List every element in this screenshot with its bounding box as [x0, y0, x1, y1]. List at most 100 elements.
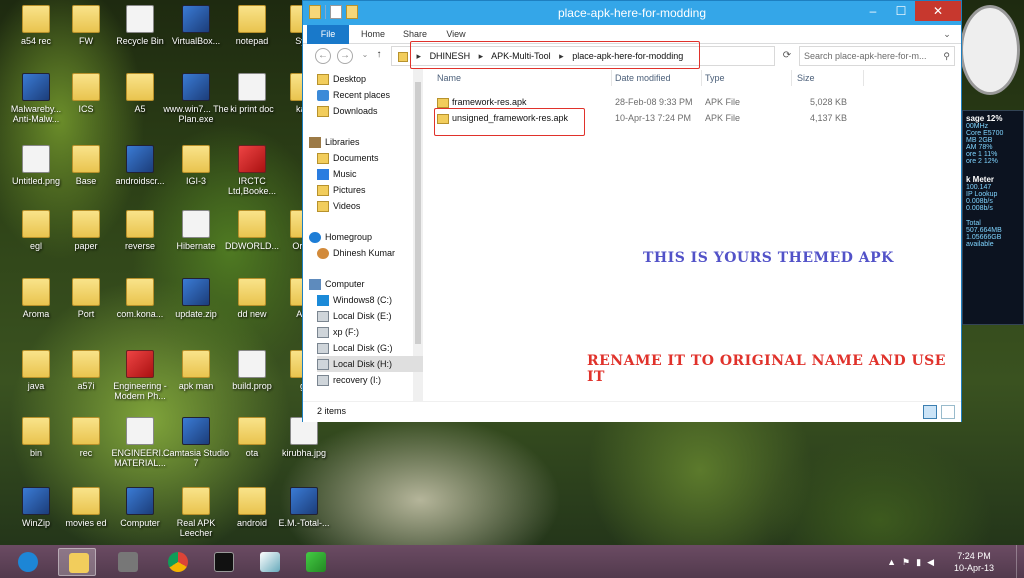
nav-item[interactable]: recovery (I:)	[317, 372, 381, 388]
nav-item[interactable]: Homegroup	[309, 229, 372, 245]
search-icon[interactable]: ⚲	[943, 47, 950, 65]
close-button[interactable]: ✕	[915, 1, 961, 21]
flag-icon[interactable]: ⚑	[902, 557, 910, 568]
star-icon	[317, 89, 329, 101]
taskbar-clock[interactable]: 7:24 PM 10-Apr-13	[954, 550, 994, 574]
red-icon	[126, 350, 154, 378]
desktop-icon-label: kirubha.jpg	[281, 448, 327, 458]
nav-item[interactable]: Computer	[309, 276, 365, 292]
meter-lines: 00MHz Core E5700 MB 2GB AM 78% ore 1 11% ore …	[966, 123, 1020, 165]
meter-line: ore 1 11%	[966, 151, 998, 158]
up-arrow-icon[interactable]: ↑	[371, 48, 387, 64]
taskbar-paint[interactable]	[250, 548, 288, 576]
back-arrow-icon[interactable]: ←	[315, 48, 331, 64]
taskbar-internet-explorer[interactable]	[8, 548, 46, 576]
title-bar[interactable]: place-apk-here-for-modding – ☐ ✕	[303, 1, 961, 25]
taskbar-game[interactable]	[108, 548, 146, 576]
nav-item[interactable]: Libraries	[309, 134, 360, 150]
folder-icon	[72, 278, 100, 306]
column-divider[interactable]	[791, 70, 792, 86]
search-input[interactable]: Search place-apk-here-for-m... ⚲	[799, 46, 955, 66]
nav-item-label: Homegroup	[325, 232, 373, 242]
desktop-icon[interactable]: kirubha.jpg	[270, 417, 338, 458]
folder-icon	[238, 278, 266, 306]
hg-icon	[309, 231, 321, 243]
column-size[interactable]: Size	[797, 73, 815, 83]
nav-item[interactable]: xp (F:)	[317, 324, 359, 340]
nav-item[interactable]: Videos	[317, 198, 360, 214]
nav-item[interactable]: Dhinesh Kumar	[317, 245, 395, 261]
nav-item-label: xp (F:)	[333, 327, 359, 337]
nav-item-label: Recent places	[333, 90, 391, 100]
nav-item[interactable]: Documents	[317, 150, 379, 166]
address-highlight-box	[410, 41, 700, 69]
nav-item[interactable]: Desktop	[317, 71, 366, 87]
desktop-icon[interactable]: IRCTC Ltd,Booke...	[218, 145, 286, 196]
nav-item-label: Computer	[325, 279, 365, 289]
apk-file-icon	[437, 97, 449, 108]
volume-icon[interactable]: ◀	[927, 557, 934, 568]
window-controls: – ☐ ✕	[859, 1, 961, 21]
taskbar-chrome[interactable]	[158, 548, 196, 576]
expand-ribbon-icon[interactable]: ⌄	[941, 25, 953, 44]
red-icon	[238, 145, 266, 173]
nav-item[interactable]: Local Disk (E:)	[317, 308, 392, 324]
minimize-button[interactable]: –	[859, 1, 887, 21]
desktop-icon[interactable]: E.M.-Total-...	[270, 487, 338, 528]
nav-item[interactable]: Music	[317, 166, 357, 182]
file-date: 10-Apr-13 7:24 PM	[615, 113, 692, 123]
nav-item[interactable]: Pictures	[317, 182, 366, 198]
nav-scroll-thumb[interactable]	[415, 82, 421, 344]
show-desktop-button[interactable]	[1016, 545, 1024, 578]
folder-icon	[72, 417, 100, 445]
taskbar: ▲ ⚑ ▮ ◀ 7:24 PM 10-Apr-13	[0, 545, 1024, 578]
clock-gadget	[960, 5, 1020, 95]
meter-line: 1.05666GB	[966, 234, 1002, 241]
file-icon	[238, 73, 266, 101]
folder-icon	[72, 145, 100, 173]
forward-arrow-icon[interactable]: →	[337, 48, 353, 64]
nav-item-label: Local Disk (E:)	[333, 311, 392, 321]
user-icon	[317, 247, 329, 259]
file-row[interactable]: framework-res.apk	[437, 95, 527, 109]
content-area: Desktop Recent places Downloads Libraries Do…	[303, 68, 961, 422]
column-divider[interactable]	[863, 70, 864, 86]
nav-item-label: Desktop	[333, 74, 367, 84]
maximize-button[interactable]: ☐	[887, 1, 915, 21]
nav-scrollbar[interactable]	[413, 68, 423, 401]
taskbar-app[interactable]	[296, 548, 334, 576]
app-icon	[290, 487, 318, 515]
nav-item[interactable]: Downloads	[317, 103, 378, 119]
taskbar-file-explorer[interactable]	[58, 548, 96, 576]
nav-item[interactable]: Recent places	[317, 87, 390, 103]
meter-line: ore 2 12%	[966, 158, 998, 165]
meter-line: 507.664MB	[966, 227, 1002, 234]
taskbar-command-prompt[interactable]	[204, 548, 242, 576]
refresh-icon[interactable]: ⟳	[779, 46, 795, 66]
nav-item[interactable]: Local Disk (G:)	[317, 340, 393, 356]
file-size: 4,137 KB	[809, 113, 847, 123]
drive-icon	[317, 358, 329, 370]
console-icon	[214, 552, 234, 572]
tab-file[interactable]: File	[307, 25, 349, 44]
column-name[interactable]: Name	[437, 73, 461, 83]
large-icons-view-icon[interactable]	[941, 405, 955, 419]
comp-icon	[309, 278, 321, 290]
show-hidden-icons-icon[interactable]: ▲	[887, 557, 896, 568]
column-type[interactable]: Type	[705, 73, 725, 83]
column-divider[interactable]	[611, 70, 612, 86]
meter-lines-3: Total 507.664MB 1.05666GB available	[966, 220, 1020, 248]
nav-item[interactable]: Local Disk (H:)	[317, 356, 423, 372]
column-date-modified[interactable]: Date modified	[615, 73, 671, 83]
tab-home[interactable]: Home	[355, 25, 391, 44]
column-divider[interactable]	[701, 70, 702, 86]
nav-item[interactable]: Windows8 (C:)	[317, 292, 392, 308]
explorer-window: place-apk-here-for-modding – ☐ ✕ File Ho…	[302, 0, 962, 422]
folder-icon	[72, 73, 100, 101]
folder-icon	[238, 487, 266, 515]
meter-line: available	[966, 241, 994, 248]
details-view-icon[interactable]	[923, 405, 937, 419]
nav-item-label: Downloads	[333, 106, 378, 116]
annotation-rename-instruction: RENAME IT TO ORIGINAL NAME AND USE IT	[587, 353, 946, 385]
network-icon[interactable]: ▮	[916, 557, 921, 568]
